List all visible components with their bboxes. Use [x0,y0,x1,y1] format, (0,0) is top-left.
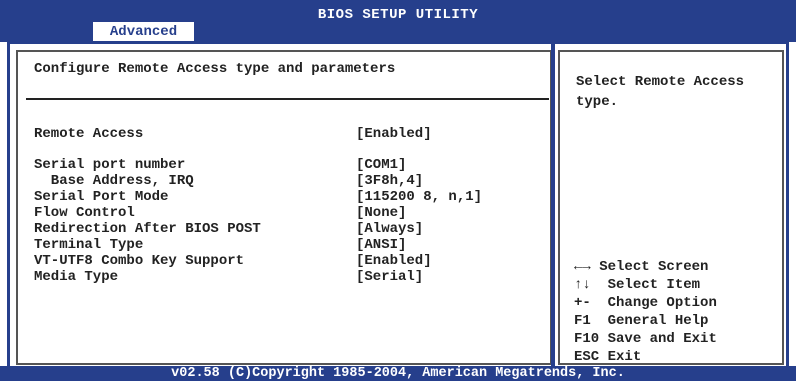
key-legend: ←→ Select Screen ↑↓ Select Item +- Chang… [574,258,717,366]
key-legend-row: F10 Save and Exit [574,330,717,348]
setting-label-terminal-type: Terminal Type [34,237,144,253]
key-action: Select Item [607,277,701,293]
key-action: Exit [607,349,642,365]
setting-value-flow-control[interactable]: [None] [356,205,406,221]
panel-divider [551,44,555,366]
key-label: F10 [574,331,600,347]
panel-header: Configure Remote Access type and paramet… [34,61,396,77]
key-legend-row: F1 General Help [574,312,717,330]
key-action: Save and Exit [607,331,717,347]
copyright-footer: v02.58 (C)Copyright 1985-2004, American … [0,366,796,381]
setting-label-vt-utf8-combo-key: VT-UTF8 Combo Key Support [34,253,245,269]
setting-label-serial-port-number: Serial port number [34,157,186,173]
key-legend-row: +- Change Option [574,294,717,312]
key-label: ESC [574,349,600,365]
key-action: Change Option [607,295,717,311]
main-frame: Configure Remote Access type and paramet… [7,41,789,369]
setting-value-terminal-type[interactable]: [ANSI] [356,237,406,253]
key-label: +- [574,295,591,311]
setting-value-serial-port-number[interactable]: [COM1] [356,157,406,173]
setting-label-serial-port-mode: Serial Port Mode [34,189,169,205]
help-text: Select Remote Access type. [576,74,745,110]
help-panel: Select Remote Access type. ←→ Select Scr… [558,50,784,365]
left-right-arrows-icon: ←→ [574,259,591,275]
key-legend-row: ↑↓ Select Item [574,276,717,294]
setting-value-serial-port-mode[interactable]: [115200 8, n,1] [356,189,482,205]
setting-value-remote-access[interactable]: [Enabled] [356,126,432,142]
header-divider [26,98,549,100]
key-legend-row: ESC Exit [574,348,717,366]
settings-panel: Configure Remote Access type and paramet… [16,50,552,365]
tab-advanced[interactable]: Advanced [93,22,194,42]
up-down-arrows-icon: ↑↓ [574,277,591,293]
key-action: General Help [607,313,709,329]
setting-label-flow-control: Flow Control [34,205,135,221]
setting-value-media-type[interactable]: [Serial] [356,269,423,285]
setting-label-remote-access: Remote Access [34,126,144,142]
setting-label-redirection-after-post: Redirection After BIOS POST [34,221,261,237]
setting-value-vt-utf8-combo-key[interactable]: [Enabled] [356,253,432,269]
key-action: Select Screen [599,259,709,275]
setting-value-base-address-irq: [3F8h,4] [356,173,424,189]
app-title: BIOS SETUP UTILITY [317,7,479,23]
setting-label-base-address-irq: Base Address, IRQ [34,173,194,189]
key-legend-row: ←→ Select Screen [574,258,717,276]
setting-value-redirection-after-post[interactable]: [Always] [356,221,423,237]
title-bar: BIOS SETUP UTILITY Advanced [0,0,796,42]
setting-label-media-type: Media Type [34,269,119,285]
key-label: F1 [574,313,591,329]
